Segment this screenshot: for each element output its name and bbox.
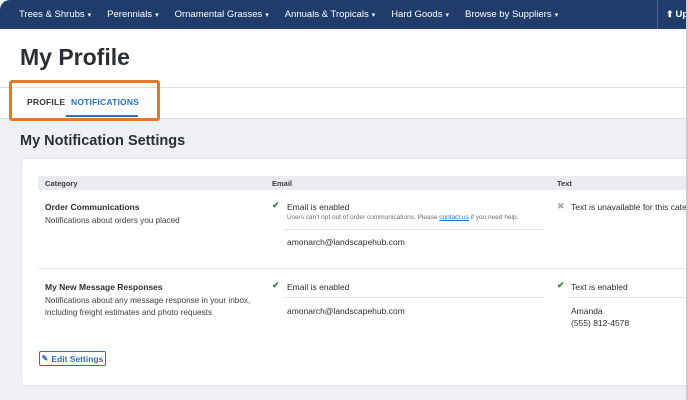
edit-settings-button[interactable]: ✎ Edit Settings [39, 351, 106, 366]
nav-label: Annuals & Tropicals [284, 9, 369, 20]
row-description: Notifications about orders you placed [45, 216, 180, 225]
top-navigation: Trees & Shrubs ▾ Perennials ▾ Ornamental G… [0, 0, 688, 29]
nav-hard-goods[interactable]: Hard Goods ▾ [383, 9, 457, 20]
column-header-email: Email [272, 179, 293, 188]
email-status: Email is enabled [287, 282, 350, 292]
text-contact-phone: (555) 812-4578 [571, 318, 630, 328]
row-description-line: including freight estimates and photo re… [45, 308, 213, 317]
caret-down-icon: ▾ [265, 11, 269, 19]
edit-settings-label: Edit Settings [51, 353, 104, 364]
email-address: amonarch@landscapehub.com [287, 306, 405, 316]
email-status: Email is enabled [287, 202, 350, 212]
section-title: My Notification Settings [20, 133, 186, 149]
column-header-category: Category [45, 179, 78, 188]
nav-label: Perennials [107, 9, 153, 20]
nav-perennials[interactable]: Perennials ▾ [99, 9, 166, 20]
nav-trees-shrubs[interactable]: Trees & Shrubs ▾ [0, 9, 99, 20]
email-note: Users can't opt out of order communicati… [287, 214, 518, 221]
notification-settings-card [21, 158, 688, 386]
nav-label: Trees & Shrubs [19, 9, 85, 20]
nav-ornamental-grasses[interactable]: Ornamental Grasses ▾ [167, 9, 277, 20]
caret-down-icon: ▾ [445, 11, 449, 19]
nav-annuals-tropicals[interactable]: Annuals & Tropicals ▾ [277, 9, 383, 20]
row-title: Order Communications [45, 202, 140, 212]
table-header: Category Email Text [38, 176, 688, 190]
email-address: amonarch@landscapehub.com [287, 237, 405, 247]
caret-down-icon: ▾ [87, 11, 92, 19]
app-window: Trees & Shrubs ▾ Perennials ▾ Ornamental G… [0, 0, 688, 400]
upload-button[interactable]: ⬆ Up [657, 0, 688, 29]
divider [283, 229, 545, 230]
text-status: Text is enabled [571, 282, 628, 292]
text-status: Text is unavailable for this category [571, 202, 688, 212]
caret-down-icon: ▾ [554, 11, 559, 19]
caret-down-icon: ▾ [371, 11, 376, 19]
caret-down-icon: ▾ [155, 11, 159, 19]
nav-label: Ornamental Grasses [174, 9, 263, 20]
contact-us-link[interactable]: contact us [439, 214, 469, 221]
divider [283, 297, 545, 298]
row-description-line: Notifications about any message response… [45, 296, 251, 305]
text-contact-name: Amanda [571, 306, 603, 316]
check-icon: ✔ [272, 200, 280, 210]
row-title: My New Message Responses [45, 282, 163, 292]
nav-label: Hard Goods [391, 9, 443, 20]
x-icon: ✖ [557, 201, 565, 211]
tab-highlight-box [9, 80, 160, 121]
nav-label: Browse by Suppliers [464, 9, 552, 20]
upload-icon: ⬆ [666, 9, 674, 19]
email-note-text: if you need help. [468, 214, 519, 221]
row-divider [38, 268, 688, 269]
page-title: My Profile [20, 44, 130, 70]
divider [567, 297, 688, 298]
email-note-text: Users can't opt out of order communicati… [287, 214, 440, 221]
nav-browse-suppliers[interactable]: Browse by Suppliers ▾ [457, 9, 566, 20]
check-icon: ✔ [557, 280, 565, 290]
column-header-text: Text [557, 179, 572, 188]
pencil-icon: ✎ [41, 354, 49, 363]
check-icon: ✔ [272, 280, 280, 290]
